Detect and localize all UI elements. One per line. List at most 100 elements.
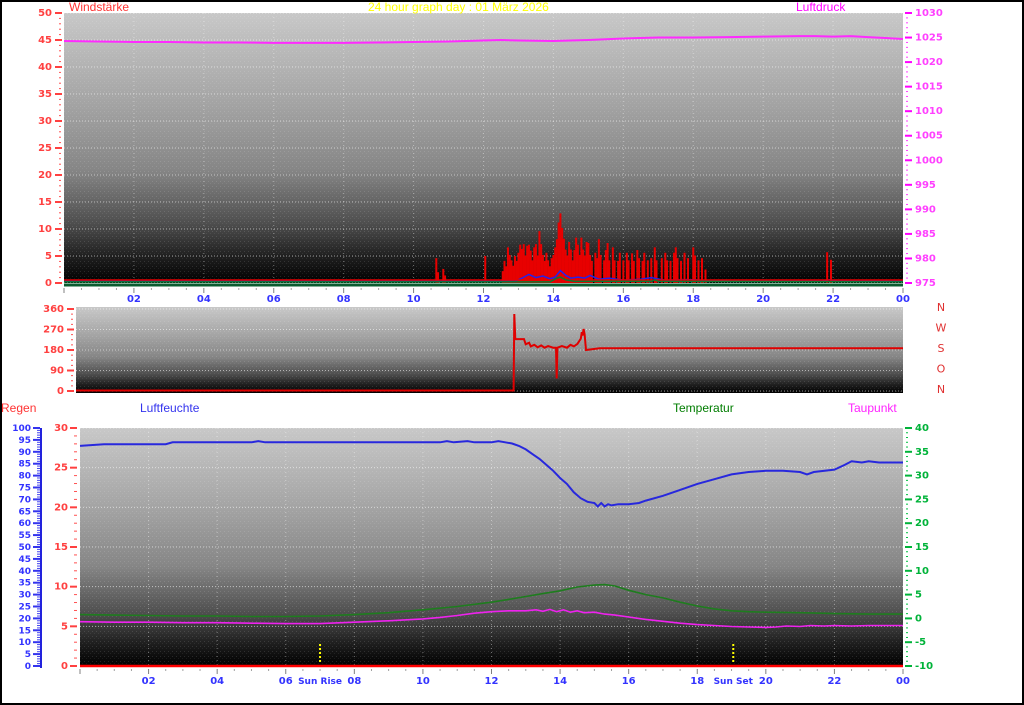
- hour-label: 12: [477, 294, 491, 305]
- hour-label: 12: [485, 676, 499, 687]
- humidity-axis-tick: 5: [25, 650, 31, 660]
- compass-letter: O: [937, 363, 946, 376]
- hour-label: 14: [546, 294, 560, 305]
- humidity-axis-tick: 20: [18, 614, 31, 624]
- humidity-axis-tick: 75: [18, 484, 31, 494]
- weather-graph-window: Windstärke 24 hour graph day : 01 März 2…: [0, 0, 1024, 705]
- wind-axis-tick: 5: [45, 251, 52, 262]
- hour-label: 00: [896, 676, 910, 687]
- wind-axis-tick: 40: [38, 62, 52, 73]
- plot-canvas: 0510152025303540455097598098599099510001…: [12, 8, 947, 687]
- compass-letter: S: [938, 342, 945, 355]
- hour-label: 08: [347, 676, 361, 687]
- temp-axis-tick: 0: [915, 613, 922, 624]
- graph-title: 24 hour graph day : 01 März 2026: [368, 0, 549, 14]
- windstaerke-label: Windstärke: [69, 0, 130, 14]
- pressure-axis-tick: 1025: [915, 33, 943, 44]
- hour-label: 10: [407, 294, 421, 305]
- hour-label: 18: [690, 676, 704, 687]
- temp-axis-tick: 20: [915, 518, 929, 529]
- humidity-axis-tick: 0: [25, 662, 31, 672]
- humidity-axis-tick: 15: [18, 626, 31, 636]
- hour-label: 16: [616, 294, 630, 305]
- rain-axis-tick: 15: [54, 542, 68, 553]
- hour-label: 04: [210, 676, 224, 687]
- wind-axis-tick: 10: [38, 224, 52, 235]
- panel-border-green: [64, 283, 903, 287]
- temp-axis-tick: 35: [915, 447, 929, 458]
- pressure-axis-tick: 980: [915, 253, 936, 264]
- pressure-axis-tick: 1015: [915, 82, 943, 93]
- humidity-axis-tick: 30: [18, 591, 31, 601]
- pressure-axis-tick: 1010: [915, 106, 943, 117]
- hour-label: 00: [896, 294, 910, 305]
- hour-label: 06: [267, 294, 281, 305]
- temp-axis-tick: 40: [915, 423, 929, 434]
- humidity-axis-tick: 100: [12, 424, 31, 434]
- temp-axis-tick: 10: [915, 566, 929, 577]
- temp-axis-tick: -10: [915, 661, 933, 672]
- hour-label: 08: [337, 294, 351, 305]
- hour-label: 22: [826, 294, 840, 305]
- rain-axis-tick: 30: [54, 423, 68, 434]
- direction-axis-tick: 90: [50, 366, 64, 377]
- wind-axis-tick: 25: [38, 143, 52, 154]
- direction-axis-tick: 180: [43, 345, 64, 356]
- humidity-axis-tick: 40: [18, 567, 31, 577]
- wind-axis-tick: 35: [38, 89, 52, 100]
- humidity-axis-tick: 50: [18, 543, 31, 553]
- hour-label: 20: [756, 294, 770, 305]
- wind-axis-tick: 30: [38, 116, 52, 127]
- temp-axis-tick: 5: [915, 590, 922, 601]
- wind-axis-tick: 50: [38, 8, 52, 19]
- luftdruck-label: Luftdruck: [796, 0, 846, 14]
- hour-label: 20: [759, 676, 773, 687]
- pressure-axis-tick: 985: [915, 229, 936, 240]
- compass-letter: N: [937, 383, 945, 396]
- pressure-axis-tick: 1005: [915, 131, 943, 142]
- regen-label: Regen: [1, 401, 37, 415]
- direction-axis-tick: 0: [57, 386, 64, 397]
- wind-axis-tick: 45: [38, 35, 52, 46]
- pressure-axis-tick: 1030: [915, 8, 943, 19]
- hour-label: 06: [279, 676, 293, 687]
- rain-axis-tick: 20: [54, 502, 68, 513]
- sun-set-label: Sun Set: [714, 677, 754, 687]
- temp-axis-tick: 25: [915, 494, 929, 505]
- temp-axis-tick: 30: [915, 471, 929, 482]
- rain-axis-tick: 5: [61, 621, 68, 632]
- humidity-axis-tick: 90: [18, 448, 31, 458]
- humidity-axis-tick: 60: [18, 519, 31, 529]
- hour-label: 04: [197, 294, 211, 305]
- humidity-axis-tick: 35: [18, 579, 31, 589]
- wind-axis-tick: 20: [38, 170, 52, 181]
- humidity-axis-tick: 55: [18, 531, 31, 541]
- pressure-axis-tick: 995: [915, 180, 936, 191]
- sun-rise-label: Sun Rise: [298, 677, 342, 687]
- wind-axis-tick: 0: [45, 278, 52, 289]
- hour-label: 02: [127, 294, 141, 305]
- wind-axis-tick: 15: [38, 197, 52, 208]
- pressure-axis-tick: 1020: [915, 57, 943, 68]
- luftfeuchte-label: Luftfeuchte: [140, 401, 200, 415]
- humidity-axis-tick: 25: [18, 603, 31, 613]
- rain-axis-tick: 0: [61, 661, 68, 672]
- hour-label: 10: [416, 676, 430, 687]
- humidity-axis-tick: 85: [18, 460, 31, 470]
- humidity-axis-tick: 45: [18, 555, 31, 565]
- hour-label: 16: [622, 676, 636, 687]
- pressure-axis-tick: 975: [915, 278, 936, 289]
- humidity-axis-tick: 65: [18, 507, 31, 517]
- pressure-axis-tick: 990: [915, 204, 936, 215]
- compass-letter: N: [937, 301, 945, 314]
- direction-axis-tick: 360: [43, 304, 64, 315]
- pressure-axis-tick: 1000: [915, 155, 943, 166]
- temperatur-label: Temperatur: [673, 401, 734, 415]
- hour-label: 18: [686, 294, 700, 305]
- humidity-axis-tick: 70: [18, 495, 31, 505]
- humidity-axis-tick: 10: [18, 638, 31, 648]
- humidity-axis-tick: 95: [18, 436, 31, 446]
- hour-label: 02: [142, 676, 156, 687]
- compass-letter: W: [936, 322, 947, 335]
- taupunkt-label: Taupunkt: [848, 401, 897, 415]
